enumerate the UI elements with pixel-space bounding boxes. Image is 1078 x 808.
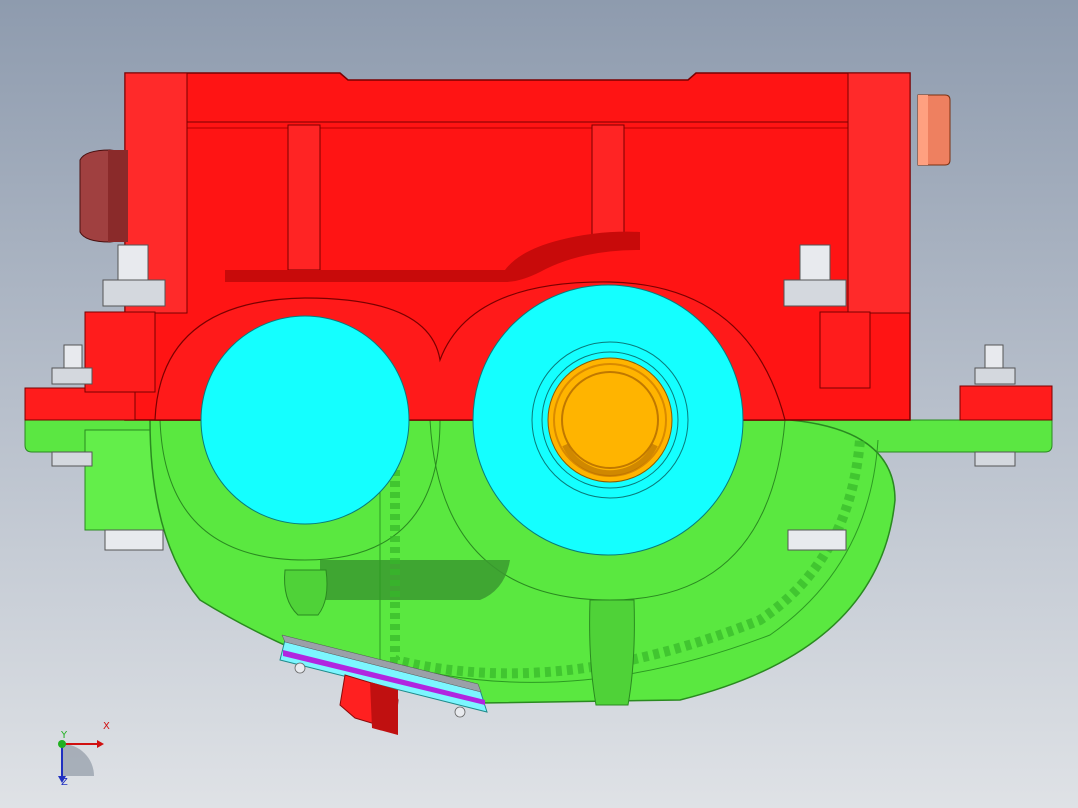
breather-plug[interactable]: [917, 94, 951, 166]
side-plug[interactable]: [79, 149, 128, 243]
x-axis-label: X: [103, 721, 110, 732]
cad-viewport[interactable]: X Y Z: [0, 0, 1078, 808]
z-axis-label: Z: [61, 777, 68, 788]
coordinate-triad: X Y Z: [40, 721, 130, 804]
y-axis-label: Y: [61, 730, 68, 741]
shaft-bushing: [547, 357, 673, 483]
gearbox-model[interactable]: [0, 0, 1078, 808]
